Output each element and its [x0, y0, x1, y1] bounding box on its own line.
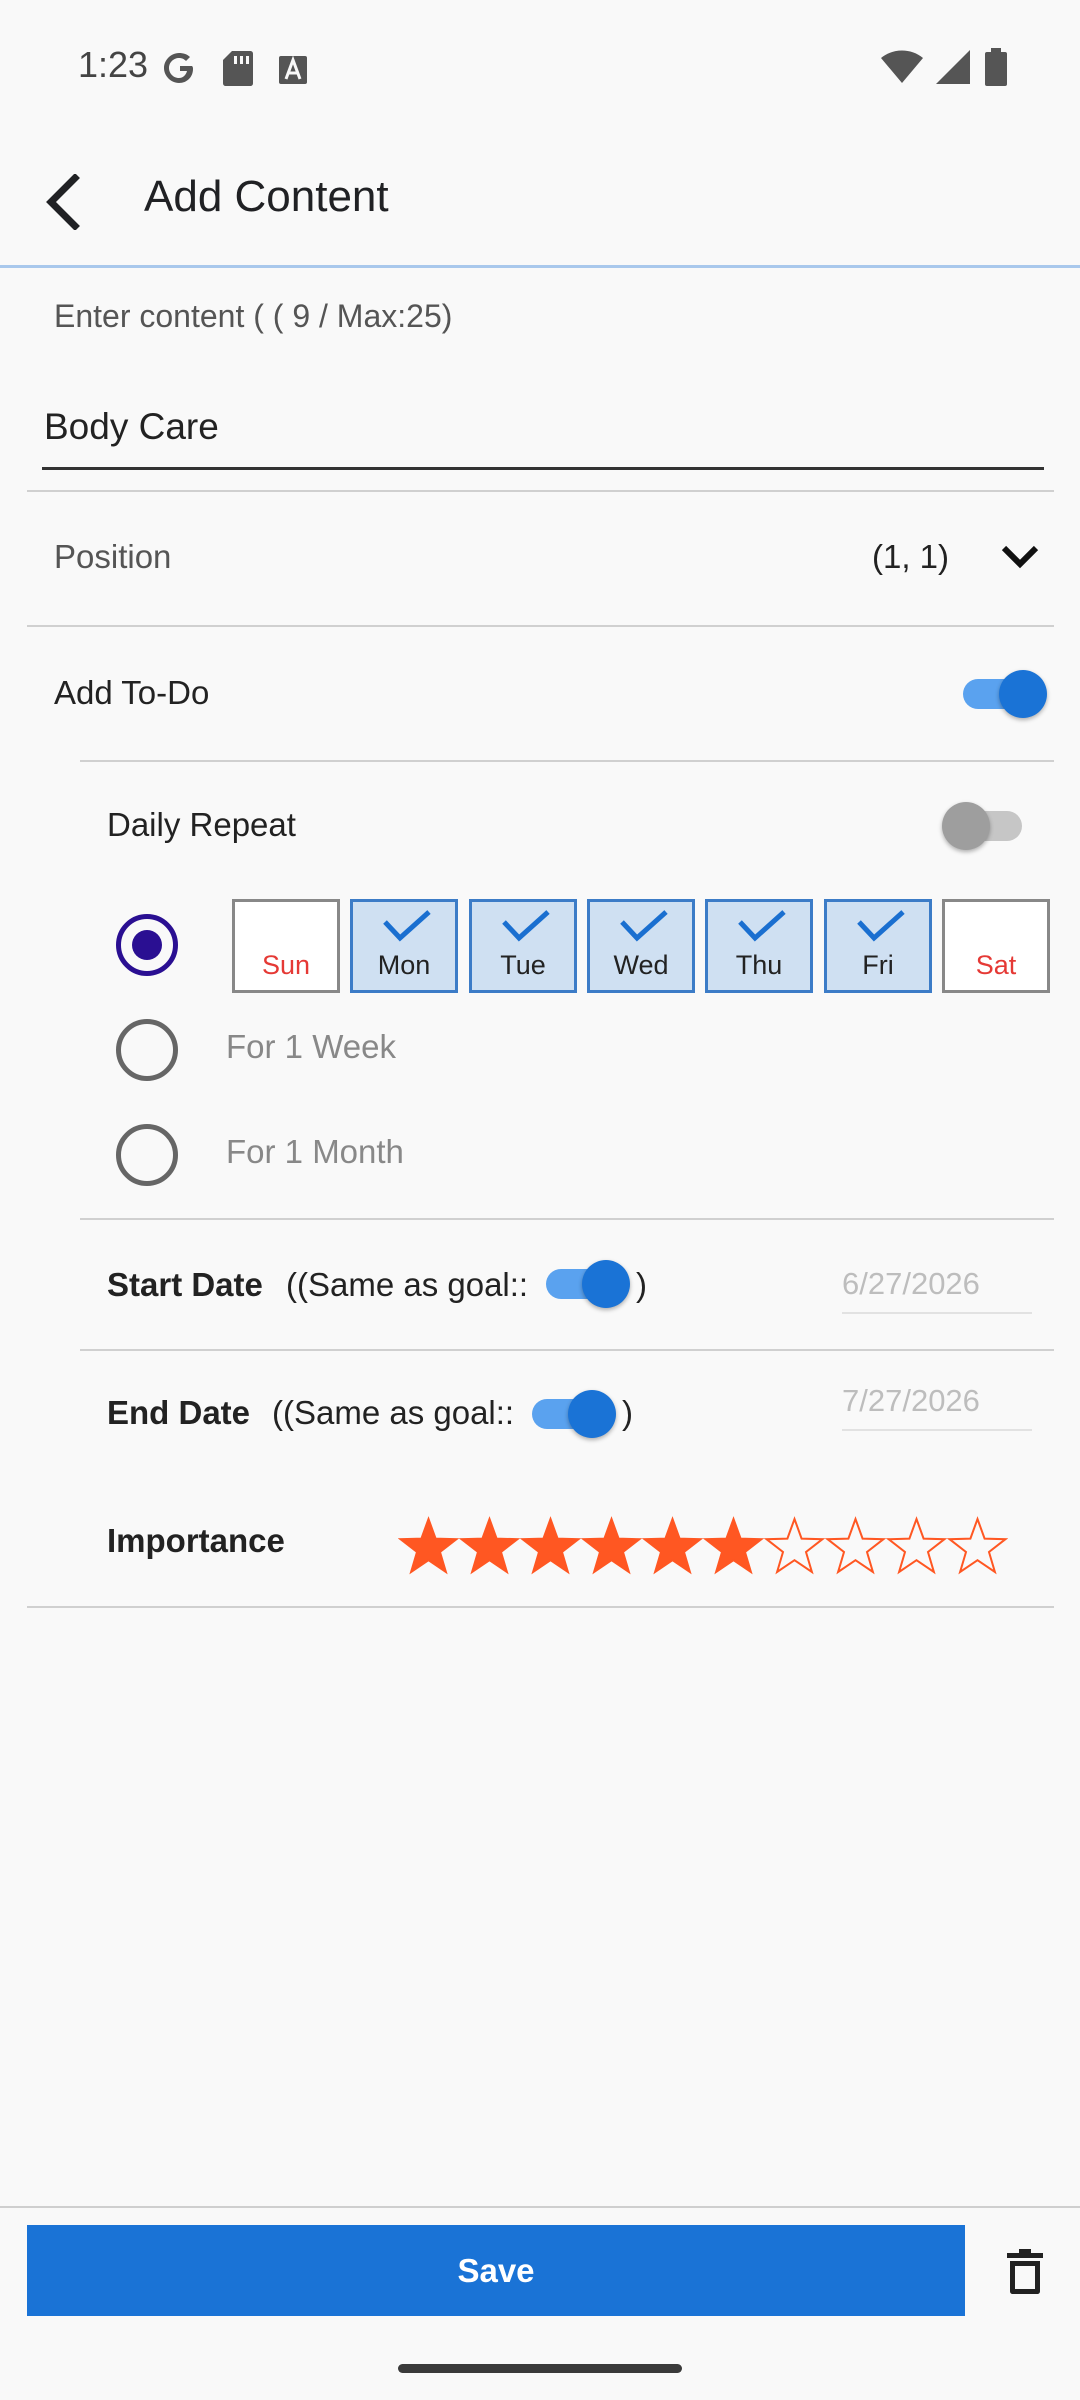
day-wed[interactable]: Wed [587, 899, 695, 993]
position-row[interactable]: Position (1, 1) [27, 494, 1054, 624]
day-fri[interactable]: Fri [824, 899, 932, 993]
content-hint: Enter content ( ( 9 / Max:25) [54, 298, 453, 334]
end-close-paren: ) [622, 1394, 633, 1431]
text-a-icon [279, 55, 307, 84]
end-same-as-goal-label: ((Same as goal:: [272, 1394, 515, 1431]
importance-label: Importance [107, 1522, 285, 1559]
check-icon [738, 910, 786, 942]
divider [80, 760, 1054, 762]
start-same-as-goal-toggle[interactable] [540, 1260, 630, 1308]
save-button[interactable]: Save [27, 2225, 965, 2316]
google-icon [164, 53, 193, 83]
star-filled-icon[interactable] [642, 1514, 703, 1578]
star-empty-icon[interactable] [947, 1514, 1008, 1578]
delete-button[interactable] [994, 2238, 1056, 2304]
star-filled-icon[interactable] [703, 1514, 764, 1578]
end-date-label: End Date [107, 1394, 251, 1431]
day-sat[interactable]: Sat [942, 899, 1050, 993]
trash-icon [1007, 2249, 1043, 2294]
star-empty-icon[interactable] [764, 1514, 825, 1578]
end-same-as-goal-toggle[interactable] [526, 1390, 616, 1438]
status-icons-right [880, 48, 1008, 86]
day-label: Tue [500, 950, 546, 980]
daily-repeat-label: Daily Repeat [107, 806, 296, 843]
add-todo-toggle[interactable] [957, 670, 1047, 718]
star-empty-icon[interactable] [825, 1514, 886, 1578]
radio-week[interactable] [116, 1019, 178, 1081]
day-mon[interactable]: Mon [350, 899, 458, 993]
status-time: 1:23 [78, 44, 149, 85]
daily-repeat-toggle[interactable] [942, 802, 1030, 850]
position-value: (1, 1) [872, 538, 950, 575]
radio-month[interactable] [116, 1124, 178, 1186]
signal-icon [936, 50, 970, 84]
day-sun[interactable]: Sun [232, 899, 340, 993]
home-indicator [398, 2364, 682, 2373]
chevron-down-icon[interactable] [1000, 544, 1040, 570]
status-bar: 1:23 [0, 0, 1080, 136]
day-thu[interactable]: Thu [705, 899, 813, 993]
star-empty-icon[interactable] [886, 1514, 947, 1578]
day-selector: Sun Mon Tue Wed Thu Fri Sat [232, 899, 1050, 993]
end-date-field[interactable]: 7/27/2026 [842, 1383, 1032, 1431]
day-label: Sat [975, 950, 1017, 980]
add-todo-label: Add To-Do [54, 674, 210, 711]
importance-rating[interactable] [398, 1514, 1008, 1578]
check-icon [502, 910, 550, 942]
week-option-label: For 1 Week [226, 1028, 396, 1065]
start-date-field[interactable]: 6/27/2026 [842, 1266, 1032, 1314]
app-bar: Add Content [0, 136, 1080, 268]
back-button[interactable] [30, 170, 94, 234]
month-option-label: For 1 Month [226, 1133, 404, 1170]
check-icon [857, 910, 905, 942]
start-date-label: Start Date [107, 1266, 263, 1303]
day-label: Mon [377, 950, 431, 980]
arrow-back-icon [46, 174, 80, 230]
day-tue[interactable]: Tue [469, 899, 577, 993]
wifi-icon [881, 50, 923, 83]
position-label: Position [54, 538, 172, 575]
day-label: Sun [261, 950, 311, 980]
sd-card-icon [223, 51, 253, 86]
start-same-as-goal-label: ((Same as goal:: [286, 1266, 529, 1303]
battery-icon [985, 48, 1007, 86]
divider [27, 490, 1054, 492]
check-icon [620, 910, 668, 942]
start-close-paren: ) [636, 1266, 647, 1303]
page-title: Add Content [144, 172, 389, 221]
star-filled-icon[interactable] [520, 1514, 581, 1578]
radio-days[interactable] [116, 914, 178, 976]
divider [80, 1349, 1054, 1351]
status-icons-left [160, 48, 310, 88]
star-filled-icon[interactable] [581, 1514, 642, 1578]
divider [80, 1218, 1054, 1220]
star-filled-icon[interactable] [459, 1514, 520, 1578]
day-label: Fri [862, 950, 894, 980]
divider [27, 625, 1054, 627]
divider [27, 1606, 1054, 1608]
footer-divider [0, 2206, 1080, 2208]
check-icon [383, 910, 431, 942]
day-label: Thu [735, 950, 783, 980]
content-input[interactable] [42, 386, 1044, 470]
day-label: Wed [613, 950, 669, 980]
star-filled-icon[interactable] [398, 1514, 459, 1578]
